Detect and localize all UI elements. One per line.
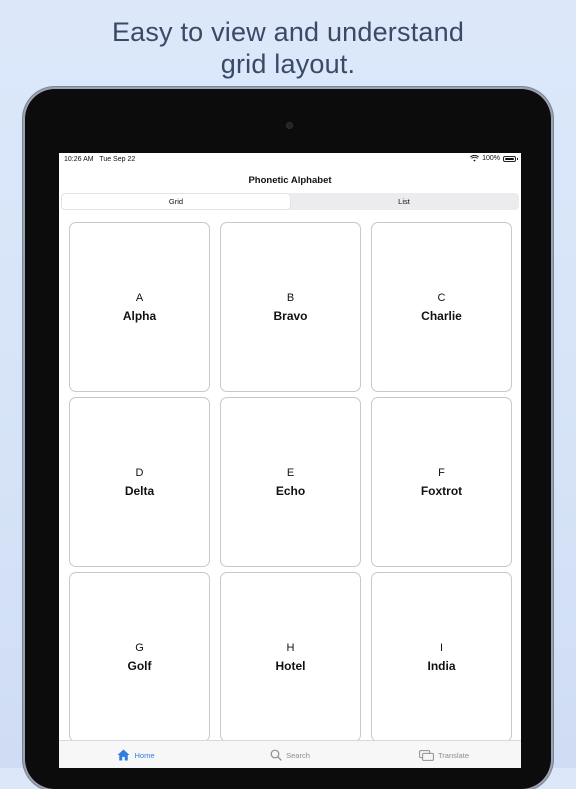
- segment-list[interactable]: List: [290, 194, 518, 209]
- tab-search-label: Search: [286, 750, 310, 760]
- wifi-icon: [470, 155, 480, 162]
- alphabet-card-g[interactable]: G Golf: [69, 572, 210, 742]
- card-word: India: [427, 658, 456, 673]
- alphabet-card-h[interactable]: H Hotel: [220, 572, 361, 742]
- battery-icon: [503, 155, 518, 162]
- alphabet-card-a[interactable]: A Alpha: [69, 222, 210, 392]
- card-word: Alpha: [122, 308, 157, 323]
- card-word: Delta: [124, 483, 155, 498]
- front-camera: [286, 122, 293, 129]
- home-icon: [117, 749, 130, 761]
- tab-translate-label: Translate: [438, 750, 469, 760]
- card-word: Bravo: [273, 308, 308, 323]
- tab-bar: Home Search Translate: [59, 740, 521, 768]
- page-title: Phonetic Alphabet: [248, 174, 332, 186]
- card-letter: B: [286, 291, 295, 304]
- status-bar: 10:26 AM Tue Sep 22 100%: [59, 153, 521, 167]
- alphabet-card-f[interactable]: F Foxtrot: [371, 397, 512, 567]
- card-letter: F: [438, 466, 445, 479]
- card-letter: G: [135, 641, 144, 654]
- battery-percentage: 100%: [482, 155, 500, 162]
- card-word: Echo: [275, 483, 306, 498]
- alphabet-card-d[interactable]: D Delta: [69, 397, 210, 567]
- card-word: Hotel: [275, 658, 306, 673]
- tab-search[interactable]: Search: [213, 741, 367, 768]
- segment-grid[interactable]: Grid: [62, 194, 290, 209]
- card-word: Charlie: [421, 308, 462, 323]
- card-word: Foxtrot: [420, 483, 463, 498]
- search-icon: [270, 749, 282, 761]
- alphabet-card-b[interactable]: B Bravo: [220, 222, 361, 392]
- status-date: Tue Sep 22: [99, 156, 136, 163]
- app-screen: 10:26 AM Tue Sep 22 100% Phonetic Alphab…: [59, 153, 521, 768]
- card-letter: D: [135, 466, 144, 479]
- card-word: Golf: [127, 658, 152, 673]
- translate-icon: [419, 749, 434, 761]
- alphabet-card-e[interactable]: E Echo: [220, 397, 361, 567]
- marketing-headline: Easy to view and understand grid layout.: [0, 16, 576, 80]
- navigation-bar: Phonetic Alphabet: [59, 167, 521, 193]
- tab-home-label: Home: [134, 750, 155, 760]
- status-time: 10:26 AM: [64, 156, 94, 163]
- card-letter: H: [286, 641, 295, 654]
- alphabet-card-c[interactable]: C Charlie: [371, 222, 512, 392]
- card-letter: I: [439, 641, 444, 654]
- alphabet-card-i[interactable]: I India: [371, 572, 512, 742]
- headline-line-2: grid layout.: [220, 49, 356, 79]
- card-letter: C: [437, 291, 446, 304]
- view-mode-segmented-control: Grid List: [61, 193, 519, 210]
- card-letter: E: [286, 466, 295, 479]
- tab-translate[interactable]: Translate: [367, 741, 521, 768]
- tab-home[interactable]: Home: [59, 741, 213, 768]
- status-indicators: 100%: [470, 155, 518, 162]
- card-letter: A: [135, 291, 144, 304]
- status-time-date: 10:26 AM Tue Sep 22: [64, 156, 135, 163]
- headline-line-1: Easy to view and understand: [111, 17, 465, 47]
- alphabet-grid: A Alpha B Bravo C Charlie D Delta E Echo…: [69, 222, 512, 742]
